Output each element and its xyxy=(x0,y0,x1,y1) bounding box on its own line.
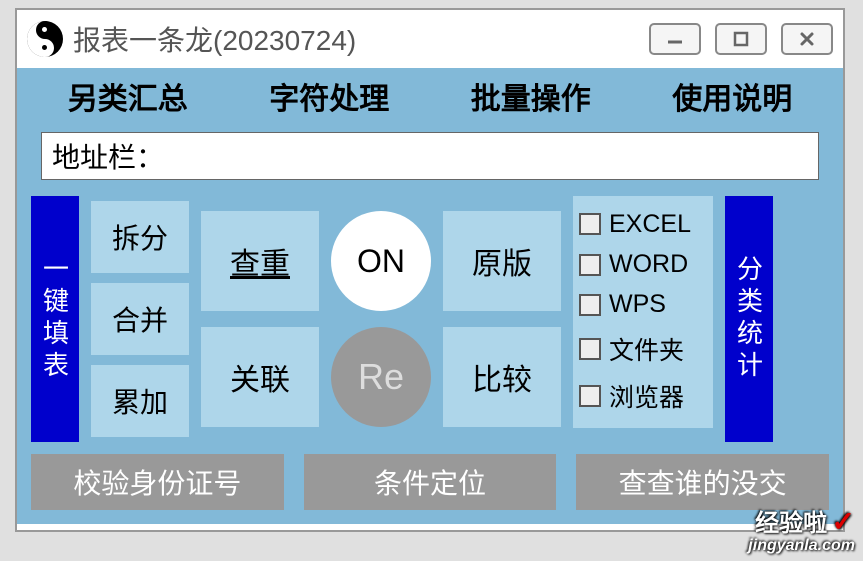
check-label: 浏览器 xyxy=(609,378,684,414)
watermark-url: jingyanla.com xyxy=(748,537,855,555)
check-excel[interactable]: EXCEL xyxy=(579,210,707,239)
check-wps[interactable]: WPS xyxy=(579,290,707,319)
check-label: WORD xyxy=(609,250,688,279)
check-word[interactable]: WORD xyxy=(579,250,707,279)
on-toggle[interactable]: ON xyxy=(331,211,431,311)
fill-form-button[interactable]: 一键填表 xyxy=(31,196,79,442)
classify-stats-button[interactable]: 分类统计 xyxy=(725,196,773,442)
verify-id-button[interactable]: 校验身份证号 xyxy=(31,454,284,510)
menu-string[interactable]: 字符处理 xyxy=(269,74,389,118)
address-row xyxy=(17,124,843,186)
checkbox-icon xyxy=(579,254,601,276)
watermark-text: 经验啦 xyxy=(755,510,827,537)
yinyang-icon xyxy=(27,21,63,57)
check-missing-button[interactable]: 查查谁的没交 xyxy=(576,454,829,510)
split-button[interactable]: 拆分 xyxy=(91,201,189,273)
condition-locate-button[interactable]: 条件定位 xyxy=(304,454,557,510)
minimize-button[interactable] xyxy=(649,23,701,55)
address-input[interactable] xyxy=(41,132,819,180)
column-3: ON Re xyxy=(331,196,431,442)
checkbox-icon xyxy=(579,213,601,235)
menu-summary[interactable]: 另类汇总 xyxy=(68,74,188,118)
re-toggle[interactable]: Re xyxy=(331,327,431,427)
column-2: 查重 关联 xyxy=(201,196,319,442)
watermark: 经验啦 ✓ jingyanla.com xyxy=(748,507,855,555)
check-folder[interactable]: 文件夹 xyxy=(579,331,707,367)
dedupe-label: 查重 xyxy=(230,239,290,283)
column-4: 原版 比较 xyxy=(443,196,561,442)
menu-help[interactable]: 使用说明 xyxy=(672,74,792,118)
column-1: 拆分 合并 累加 xyxy=(91,196,189,442)
check-label: WPS xyxy=(609,290,666,319)
check-label: EXCEL xyxy=(609,210,691,239)
compare-button[interactable]: 比较 xyxy=(443,327,561,427)
menu-batch[interactable]: 批量操作 xyxy=(471,74,591,118)
dedupe-button[interactable]: 查重 xyxy=(201,211,319,311)
checkbox-icon xyxy=(579,294,601,316)
window-controls xyxy=(649,23,833,55)
bottom-row: 校验身份证号 条件定位 查查谁的没交 xyxy=(17,454,843,524)
close-button[interactable] xyxy=(781,23,833,55)
menubar: 另类汇总 字符处理 批量操作 使用说明 xyxy=(17,68,843,124)
accumulate-button[interactable]: 累加 xyxy=(91,365,189,437)
relate-button[interactable]: 关联 xyxy=(201,327,319,427)
checkbox-icon xyxy=(579,385,601,407)
check-browser[interactable]: 浏览器 xyxy=(579,378,707,414)
filetype-checklist: EXCEL WORD WPS 文件夹 浏览器 xyxy=(573,196,713,428)
checkbox-icon xyxy=(579,338,601,360)
check-label: 文件夹 xyxy=(609,331,684,367)
window-title: 报表一条龙(20230724) xyxy=(73,19,649,59)
titlebar: 报表一条龙(20230724) xyxy=(17,10,843,68)
merge-button[interactable]: 合并 xyxy=(91,283,189,355)
main-area: 一键填表 拆分 合并 累加 查重 关联 ON Re 原版 比较 EXCEL WO… xyxy=(17,186,843,454)
original-button[interactable]: 原版 xyxy=(443,211,561,311)
main-window: 报表一条龙(20230724) 另类汇总 字符处理 批量操作 使用说明 一键填表… xyxy=(15,8,845,532)
maximize-button[interactable] xyxy=(715,23,767,55)
checkmark-icon: ✓ xyxy=(832,506,855,537)
